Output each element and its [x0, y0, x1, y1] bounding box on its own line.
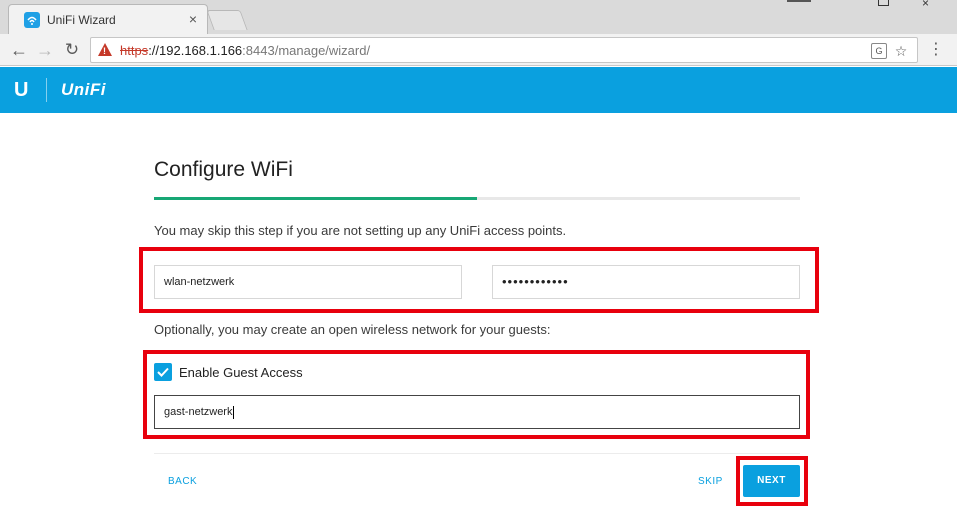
url-path: :8443/manage/wizard/: [242, 43, 371, 58]
unifi-header: U UniFi: [0, 67, 957, 113]
guest-fields-highlight: [143, 350, 810, 439]
page-title: Configure WiFi: [154, 158, 293, 181]
url-scheme: https: [120, 43, 149, 58]
guest-hint-text: Optionally, you may create an open wirel…: [154, 322, 551, 337]
browser-tab[interactable]: UniFi Wizard ×: [8, 4, 208, 34]
skip-button[interactable]: SKIP: [698, 476, 723, 487]
new-tab-button[interactable]: [206, 10, 248, 30]
next-button-highlight: [736, 456, 808, 506]
reload-icon[interactable]: ↻: [61, 39, 83, 61]
browser-toolbar: ← → ↻ ! https://192.168.1.166:8443/manag…: [0, 34, 957, 66]
url-text: https://192.168.1.166:8443/manage/wizard…: [120, 43, 370, 58]
bookmark-star-icon[interactable]: ☆: [893, 43, 909, 59]
not-secure-warning-icon[interactable]: !: [98, 43, 112, 56]
address-bar[interactable]: ! https://192.168.1.166:8443/manage/wiza…: [90, 37, 918, 63]
forward-arrow-icon[interactable]: →: [34, 39, 56, 61]
skip-hint-text: You may skip this step if you are not se…: [154, 223, 567, 238]
footer-divider: [154, 453, 800, 454]
wizard-progress-bar: [154, 197, 800, 200]
window-close-icon[interactable]: ×: [922, 0, 929, 10]
unifi-logo: UniFi: [61, 80, 106, 99]
translate-icon[interactable]: G: [871, 43, 887, 59]
unifi-favicon-icon: [24, 12, 40, 28]
browser-tabstrip: UniFi Wizard × ×: [0, 0, 957, 34]
window-minimize-icon[interactable]: [787, 0, 811, 4]
tab-close-icon[interactable]: ×: [189, 11, 197, 27]
wizard-progress-fill: [154, 197, 477, 200]
wifi-fields-highlight: [139, 247, 819, 313]
window-maximize-icon[interactable]: [878, 0, 889, 6]
back-arrow-icon[interactable]: ←: [8, 39, 30, 61]
url-host: ://192.168.1.166: [148, 43, 243, 58]
browser-menu-icon[interactable]: ⋮: [928, 41, 944, 59]
header-divider: [46, 78, 47, 102]
ubiquiti-logo: U: [14, 79, 29, 101]
back-button[interactable]: BACK: [168, 476, 197, 487]
tab-title: UniFi Wizard: [47, 13, 116, 27]
